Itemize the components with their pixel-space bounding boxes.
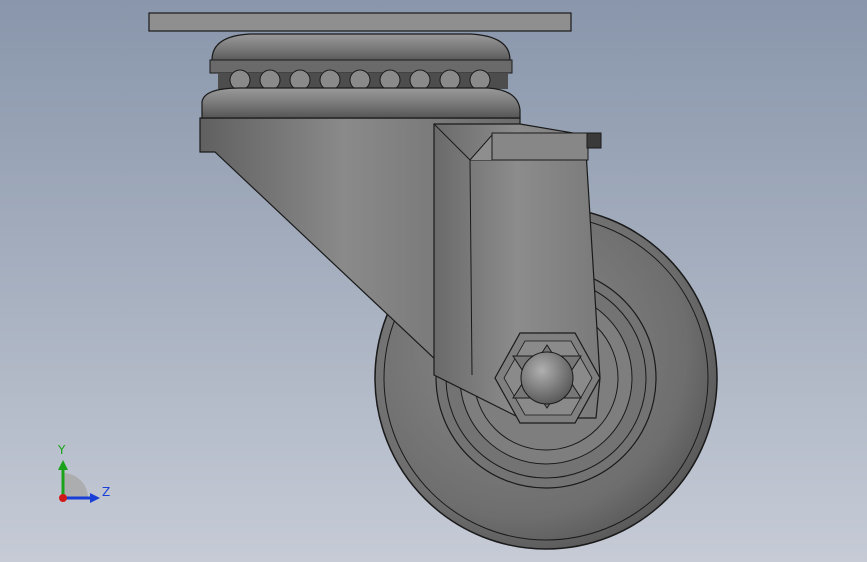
z-axis-arrowhead [90,493,100,503]
x-axis-origin-dot [59,494,67,502]
top-mounting-plate [148,12,572,32]
swivel-upper-race [209,33,513,74]
y-axis-arrowhead [58,460,68,470]
caster-model[interactable] [0,0,867,562]
triad-plane-shading [63,473,88,498]
ball-bearings [218,69,508,91]
swivel-lower-race [201,87,521,119]
z-axis-label: Z [102,485,111,499]
coordinate-triad: Y Z [50,440,120,510]
graphics-viewport[interactable]: Y Z [0,0,867,562]
y-axis-label: Y [58,443,66,457]
